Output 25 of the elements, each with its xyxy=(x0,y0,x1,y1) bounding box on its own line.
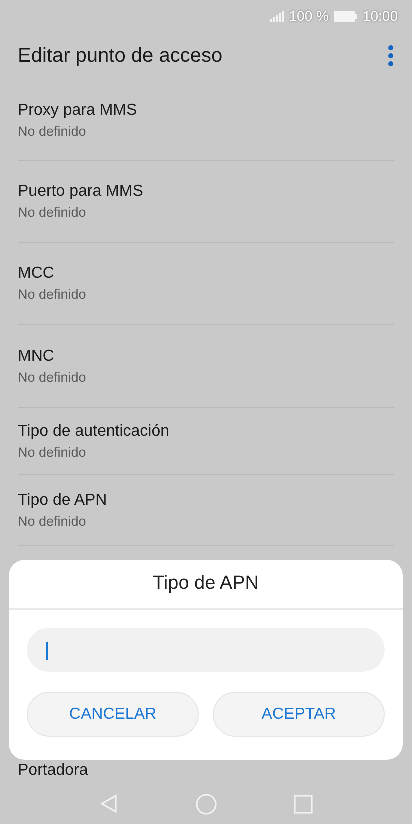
dialog-button[interactable]: ACEPTAR xyxy=(213,692,385,737)
setting-title[interactable]: Puerto para MMS xyxy=(18,183,394,201)
setting-title[interactable]: Portadora xyxy=(18,762,88,779)
setting-title[interactable]: MCC xyxy=(18,265,394,283)
back-icon[interactable] xyxy=(98,794,119,814)
input-field[interactable] xyxy=(27,628,385,672)
screen-title: Editar punto de acceso xyxy=(18,44,223,68)
setting-value: No definido xyxy=(18,124,88,138)
setting-value: No definido xyxy=(18,205,88,220)
setting-value: No definido xyxy=(18,444,88,460)
setting-value: No definido xyxy=(18,287,88,302)
setting-value: No definido xyxy=(18,514,88,528)
setting-value: No definido xyxy=(18,370,88,384)
setting-title[interactable]: MNC xyxy=(18,348,394,366)
dialog-title: Tipo de APN xyxy=(9,560,403,610)
battery-icon xyxy=(334,10,358,22)
setting-title[interactable]: Proxy para MMS xyxy=(18,102,394,120)
more-options-icon[interactable] xyxy=(388,45,394,67)
setting-title[interactable]: Tipo de autenticación xyxy=(18,422,394,440)
setting-title[interactable]: Tipo de APN xyxy=(18,492,394,510)
dialog-button[interactable]: CANCELAR xyxy=(27,692,199,737)
text-cursor xyxy=(46,642,48,660)
recents-icon[interactable] xyxy=(294,794,314,814)
signal-icon xyxy=(270,10,284,22)
home-icon[interactable] xyxy=(196,794,217,814)
